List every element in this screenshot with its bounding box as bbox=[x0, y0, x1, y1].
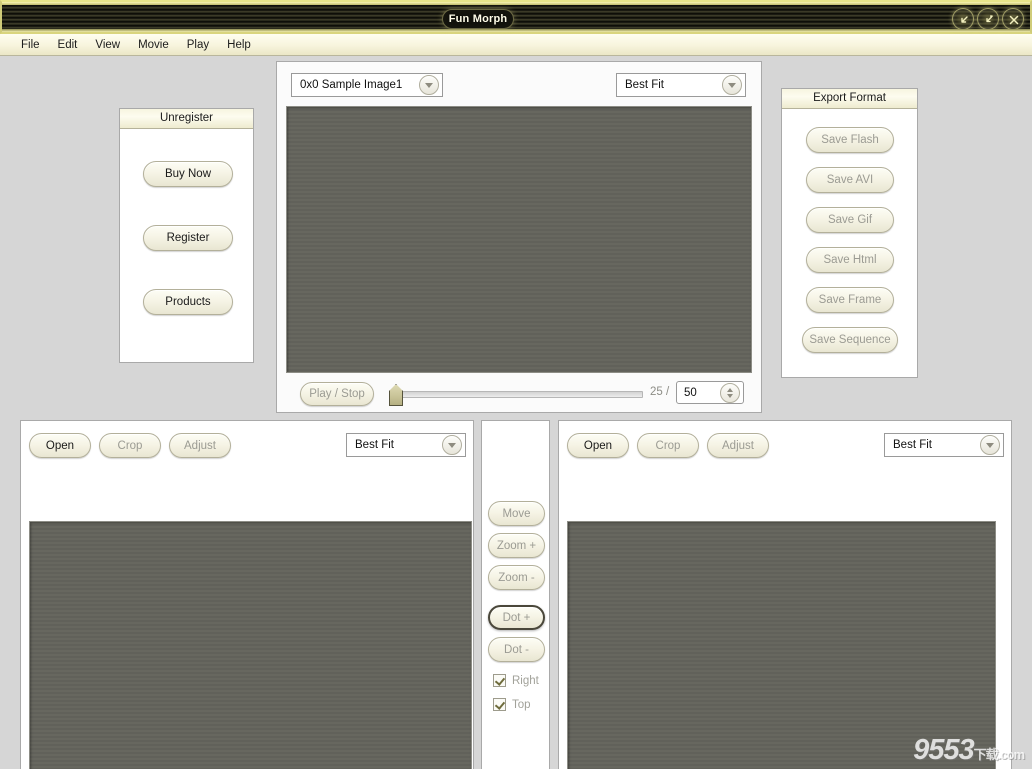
save-sequence-button[interactable]: Save Sequence bbox=[802, 327, 898, 353]
dot-remove-tool-button[interactable]: Dot - bbox=[488, 637, 545, 662]
register-button[interactable]: Register bbox=[143, 225, 233, 251]
menu-item-view[interactable]: View bbox=[86, 37, 129, 53]
source-fit-combo[interactable]: Best Fit bbox=[346, 433, 466, 457]
menu-item-movie[interactable]: Movie bbox=[129, 37, 178, 53]
products-button[interactable]: Products bbox=[143, 289, 233, 315]
menu-item-play[interactable]: Play bbox=[178, 37, 218, 53]
target-image-canvas[interactable] bbox=[567, 521, 996, 769]
tools-panel: Move Zoom + Zoom - Dot + Dot - Right Top bbox=[481, 420, 550, 769]
source-adjust-button[interactable]: Adjust bbox=[169, 433, 231, 458]
minimize-button[interactable] bbox=[952, 8, 974, 30]
chevron-down-icon[interactable] bbox=[722, 75, 742, 95]
unregister-panel: Unregister Buy Now Register Products bbox=[119, 108, 254, 363]
menu-item-edit[interactable]: Edit bbox=[49, 37, 87, 53]
chevron-down-icon[interactable] bbox=[419, 75, 439, 95]
source-image-panel: Open Crop Adjust Best Fit bbox=[20, 420, 474, 769]
frame-total-value: 50 bbox=[684, 386, 697, 399]
target-fit-combo[interactable]: Best Fit bbox=[884, 433, 1004, 457]
preview-fit-combo-value: Best Fit bbox=[625, 79, 664, 91]
sample-image-combo-value: 0x0 Sample Image1 bbox=[300, 79, 403, 91]
frame-slider-track[interactable] bbox=[393, 391, 643, 398]
chevron-down-icon[interactable] bbox=[980, 435, 1000, 455]
sample-image-combo[interactable]: 0x0 Sample Image1 bbox=[291, 73, 443, 97]
target-image-panel: Open Crop Adjust Best Fit bbox=[558, 420, 1012, 769]
target-adjust-button[interactable]: Adjust bbox=[707, 433, 769, 458]
play-stop-button[interactable]: Play / Stop bbox=[300, 382, 374, 406]
save-flash-button[interactable]: Save Flash bbox=[806, 127, 894, 153]
right-checkbox-row[interactable]: Right bbox=[493, 674, 539, 687]
frame-slider-thumb[interactable] bbox=[389, 384, 403, 406]
maximize-icon bbox=[986, 15, 993, 23]
target-crop-button[interactable]: Crop bbox=[637, 433, 699, 458]
window-title: Fun Morph bbox=[442, 9, 514, 29]
save-frame-button[interactable]: Save Frame bbox=[806, 287, 894, 313]
unregister-panel-title: Unregister bbox=[120, 109, 253, 129]
maximize-button[interactable] bbox=[977, 8, 999, 30]
frame-total-stepper[interactable] bbox=[720, 382, 740, 403]
right-checkbox[interactable] bbox=[493, 674, 506, 687]
zoom-in-tool-button[interactable]: Zoom + bbox=[488, 533, 545, 558]
frame-position-label: 25 / bbox=[650, 386, 670, 398]
zoom-out-tool-button[interactable]: Zoom - bbox=[488, 565, 545, 590]
window-controls bbox=[952, 8, 1024, 30]
source-fit-combo-value: Best Fit bbox=[355, 439, 394, 451]
save-html-button[interactable]: Save Html bbox=[806, 247, 894, 273]
target-open-button[interactable]: Open bbox=[567, 433, 629, 458]
source-image-canvas[interactable] bbox=[29, 521, 472, 769]
dot-add-tool-button[interactable]: Dot + bbox=[488, 605, 545, 630]
movie-preview-canvas[interactable] bbox=[286, 106, 752, 373]
preview-fit-combo[interactable]: Best Fit bbox=[616, 73, 746, 97]
top-checkbox-label: Top bbox=[512, 698, 531, 711]
save-gif-button[interactable]: Save Gif bbox=[806, 207, 894, 233]
title-bar: Fun Morph bbox=[0, 0, 1032, 34]
movie-preview-panel: 0x0 Sample Image1 Best Fit Play / Stop 2… bbox=[276, 61, 762, 413]
top-checkbox-row[interactable]: Top bbox=[493, 698, 531, 711]
frame-total-input[interactable]: 50 bbox=[676, 381, 744, 404]
top-checkbox[interactable] bbox=[493, 698, 506, 711]
save-avi-button[interactable]: Save AVI bbox=[806, 167, 894, 193]
application-window: Fun Morph File Edit View Movie Play Help… bbox=[0, 0, 1032, 769]
menu-item-file[interactable]: File bbox=[12, 37, 49, 53]
export-format-panel: Export Format Save Flash Save AVI Save G… bbox=[781, 88, 918, 378]
close-button[interactable] bbox=[1002, 8, 1024, 30]
target-fit-combo-value: Best Fit bbox=[893, 439, 932, 451]
source-open-button[interactable]: Open bbox=[29, 433, 91, 458]
move-tool-button[interactable]: Move bbox=[488, 501, 545, 526]
chevron-down-icon[interactable] bbox=[442, 435, 462, 455]
buy-now-button[interactable]: Buy Now bbox=[143, 161, 233, 187]
source-crop-button[interactable]: Crop bbox=[99, 433, 161, 458]
minimize-icon bbox=[961, 16, 968, 23]
menu-item-help[interactable]: Help bbox=[218, 37, 260, 53]
close-icon bbox=[1009, 15, 1019, 25]
export-format-panel-title: Export Format bbox=[782, 89, 917, 109]
menu-bar: File Edit View Movie Play Help bbox=[0, 34, 1032, 56]
workspace: Unregister Buy Now Register Products 0x0… bbox=[0, 56, 1032, 769]
right-checkbox-label: Right bbox=[512, 674, 539, 687]
